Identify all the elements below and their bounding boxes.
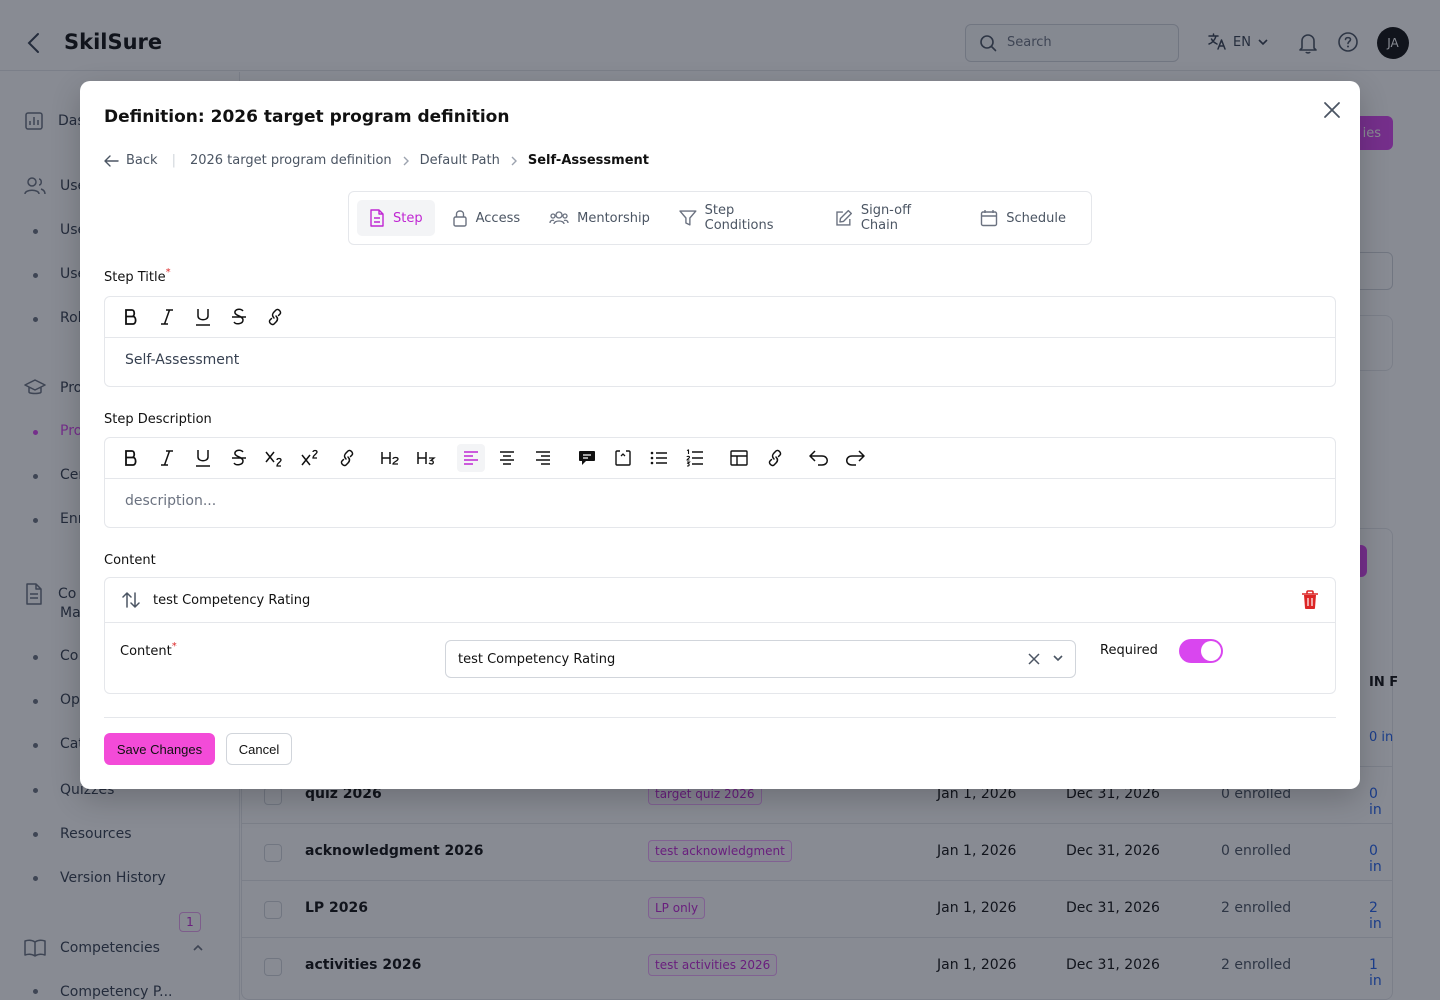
close-icon[interactable] (1322, 100, 1342, 120)
step-title-input[interactable]: Self-Assessment (105, 338, 1335, 386)
tab-schedule[interactable]: Schedule (968, 200, 1078, 236)
superscript-icon[interactable] (297, 444, 325, 472)
step-definition-modal: Definition: 2026 target program definiti… (80, 81, 1360, 789)
redo-icon[interactable] (841, 444, 869, 472)
breadcrumb-item-path[interactable]: Default Path (420, 153, 500, 168)
tab-step[interactable]: Step (357, 200, 435, 236)
trash-icon[interactable] (1301, 590, 1319, 610)
content-item-header: test Competency Rating (105, 578, 1335, 623)
step-description-label: Step Description (104, 412, 212, 427)
content-section-label: Content (104, 553, 156, 568)
breadcrumb-item-definition[interactable]: 2026 target program definition (190, 153, 392, 168)
editor-toolbar (105, 297, 1335, 338)
underline-icon[interactable] (189, 444, 217, 472)
content-select-value: test Competency Rating (458, 651, 616, 667)
content-item-card: test Competency Rating Content* test Com… (104, 577, 1336, 694)
content-item-title: test Competency Rating (153, 592, 311, 608)
align-right-icon[interactable] (529, 444, 557, 472)
tab-label: Step Conditions (704, 203, 774, 233)
strikethrough-icon[interactable] (225, 303, 253, 331)
breadcrumb-current: Self-Assessment (527, 153, 649, 168)
bold-icon[interactable] (117, 303, 145, 331)
toggle-knob (1201, 641, 1221, 661)
breadcrumb-back-link[interactable]: Back (104, 153, 158, 168)
back-label: Back (126, 153, 158, 168)
tab-access[interactable]: Access (440, 200, 533, 236)
tab-sign-off-chain[interactable]: Sign-off Chain (823, 200, 963, 236)
calendar-icon (981, 210, 998, 227)
modal-title: Definition: 2026 target program definiti… (104, 107, 510, 127)
underline-icon[interactable] (189, 303, 217, 331)
italic-icon[interactable] (153, 444, 181, 472)
tab-label: Sign-off Chain (860, 203, 912, 233)
bullet-list-icon[interactable] (645, 444, 673, 472)
tab-label: Access (475, 210, 521, 226)
tab-step-conditions[interactable]: Step Conditions (667, 200, 818, 236)
content-field-label: Content* (120, 641, 177, 659)
chevron-right-icon (511, 156, 517, 165)
cancel-button[interactable]: Cancel (226, 733, 292, 765)
subscript-icon[interactable] (261, 444, 289, 472)
step-description-editor: description... (104, 437, 1336, 528)
numbered-list-icon[interactable] (681, 444, 709, 472)
pencil-square-icon (836, 209, 853, 226)
required-asterisk: * (165, 267, 171, 278)
required-toggle-label: Required (1100, 643, 1158, 658)
lock-icon (452, 210, 467, 227)
chevron-right-icon (403, 156, 409, 165)
content-select[interactable]: test Competency Rating (445, 640, 1076, 678)
code-block-icon[interactable] (609, 444, 637, 472)
users-icon (549, 211, 569, 225)
tab-label: Schedule (1006, 210, 1066, 226)
step-title-label: Step Title* (104, 267, 171, 285)
link-icon[interactable] (761, 444, 789, 472)
italic-icon[interactable] (153, 303, 181, 331)
step-tabs: Step Access Mentorship Step Conditions S… (348, 191, 1092, 245)
breadcrumb-separator: | (171, 153, 176, 168)
required-asterisk: * (171, 641, 177, 652)
document-icon (370, 209, 384, 227)
tab-label: Step (393, 210, 423, 226)
chevron-down-icon[interactable] (1052, 654, 1064, 662)
strikethrough-icon[interactable] (225, 444, 253, 472)
editor-toolbar (105, 438, 1335, 479)
table-icon[interactable] (725, 444, 753, 472)
filter-icon (679, 210, 697, 226)
link-icon[interactable] (333, 444, 361, 472)
align-center-icon[interactable] (493, 444, 521, 472)
save-changes-button[interactable]: Save Changes (104, 733, 215, 765)
heading-2-icon[interactable] (377, 444, 405, 472)
align-left-icon[interactable] (457, 444, 485, 472)
undo-icon[interactable] (805, 444, 833, 472)
comment-icon[interactable] (573, 444, 601, 472)
tab-mentorship[interactable]: Mentorship (537, 200, 662, 236)
tab-label: Mentorship (577, 210, 650, 226)
required-toggle[interactable] (1179, 639, 1223, 663)
clear-icon[interactable] (1028, 653, 1040, 665)
heading-3-icon[interactable] (413, 444, 441, 472)
link-icon[interactable] (261, 303, 289, 331)
breadcrumb: Back | 2026 target program definition De… (104, 153, 649, 168)
bold-icon[interactable] (117, 444, 145, 472)
footer-divider (104, 717, 1336, 718)
step-description-input[interactable]: description... (105, 479, 1335, 527)
step-title-editor: Self-Assessment (104, 296, 1336, 387)
sort-handle-icon[interactable] (121, 591, 141, 609)
arrow-left-icon (104, 154, 119, 167)
